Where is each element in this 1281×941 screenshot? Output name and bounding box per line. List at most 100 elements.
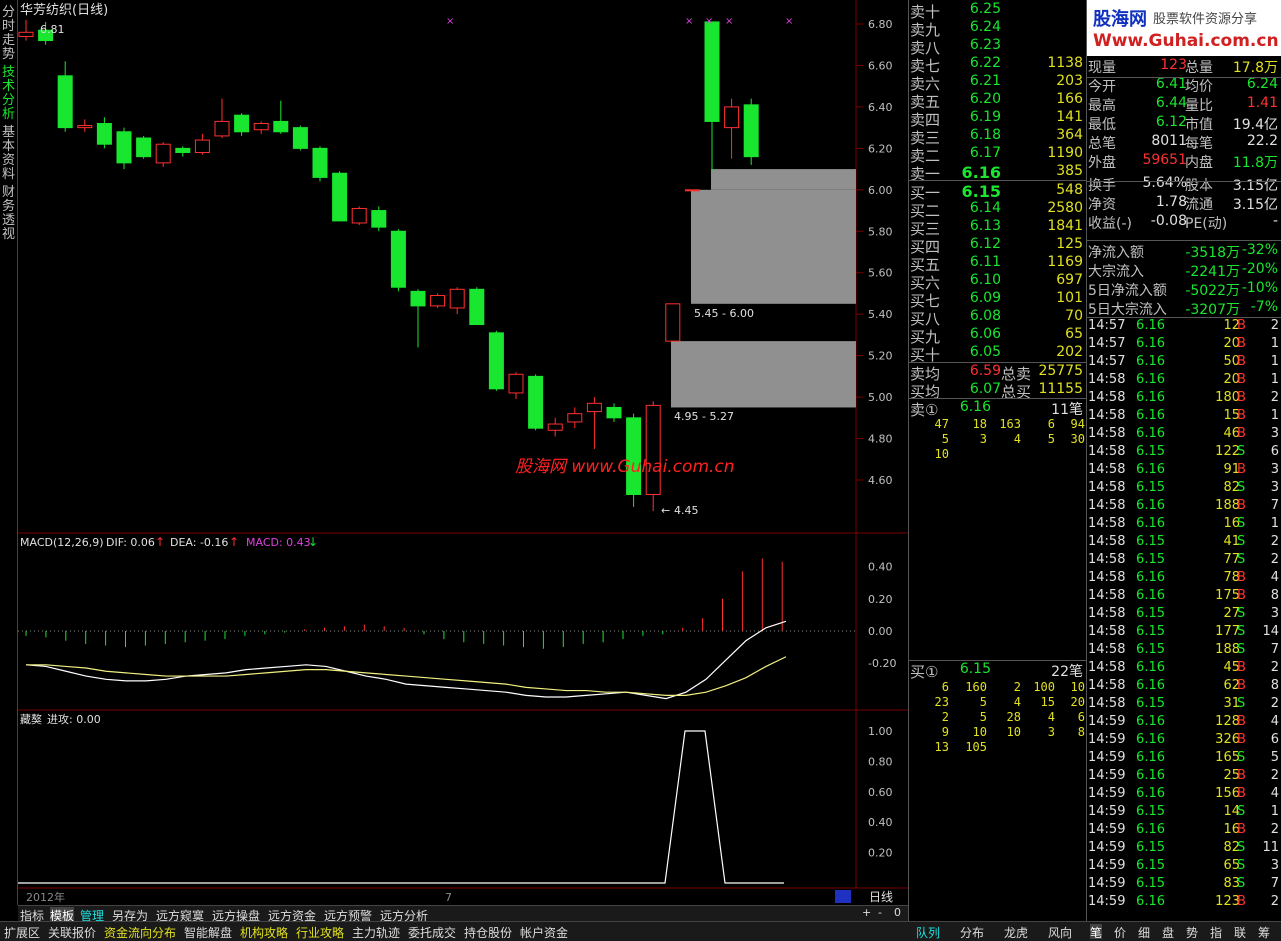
bid-row[interactable]: 买三 6.13 1841	[909, 218, 1087, 238]
side-tab-technical[interactable]: 技术分析	[1, 66, 16, 122]
detail-tab[interactable]: 细	[1138, 924, 1150, 940]
chart-toolbar-button[interactable]: 另存为	[112, 907, 148, 923]
candle-body[interactable]	[508, 373, 524, 394]
candle-body[interactable]	[234, 114, 250, 133]
candle-body[interactable]	[194, 139, 210, 154]
main-toolbar-button[interactable]: 帐户资金	[520, 924, 568, 940]
candle-body[interactable]	[351, 207, 367, 224]
main-toolbar-button[interactable]: 机构攻略	[240, 924, 288, 940]
order-book-tab[interactable]: 分布	[960, 924, 984, 940]
candle-body[interactable]	[567, 413, 583, 423]
detail-tab[interactable]: 笔	[1090, 924, 1103, 940]
bid-row[interactable]: 买四 6.12 125	[909, 236, 1087, 256]
bid-row[interactable]: 买六 6.10 697	[909, 272, 1087, 292]
zoom-in-button[interactable]: +	[862, 906, 871, 919]
order-book-tab[interactable]: 龙虎	[1004, 924, 1028, 940]
ask-row[interactable]: 卖十 6.25	[909, 1, 1087, 21]
chart-toolbar-button[interactable]: 远方分析	[380, 907, 428, 923]
candle-body[interactable]	[488, 332, 504, 390]
main-toolbar-button[interactable]: 关联报价	[48, 924, 96, 940]
candle-body[interactable]	[704, 21, 720, 122]
detail-tab[interactable]: 指	[1210, 924, 1222, 940]
candle-body[interactable]	[449, 288, 465, 309]
tick-row: 14:58 6.16 46 B 3	[1087, 426, 1281, 444]
bid-row[interactable]: 买二 6.14 2580	[909, 200, 1087, 220]
bid-row[interactable]: 买八 6.08 70	[909, 308, 1087, 328]
bid-row[interactable]: 买七 6.09 101	[909, 290, 1087, 310]
kline-chart-svg[interactable]: 6.80 6.60 6.40 6.20 6.00 5.80 5.60 5.40 5.20 5.00…	[18, 0, 908, 905]
candle-body[interactable]	[96, 122, 112, 145]
candle-body[interactable]	[430, 295, 446, 307]
zoom-out-button[interactable]: -	[878, 906, 882, 919]
main-toolbar-button[interactable]: 委托成交	[408, 924, 456, 940]
ask-row[interactable]: 卖八 6.23	[909, 37, 1087, 57]
scroll-indicator[interactable]	[835, 890, 851, 903]
bid-row[interactable]: 买一 6.15 548	[909, 182, 1087, 202]
order-book-tab[interactable]: 队列	[916, 924, 940, 940]
candle-body[interactable]	[136, 137, 152, 158]
candle-body[interactable]	[116, 131, 132, 164]
main-toolbar-button[interactable]: 扩展区	[4, 924, 40, 940]
main-toolbar-button[interactable]: 行业攻略	[296, 924, 344, 940]
order-book-tab[interactable]: 风向	[1048, 924, 1072, 940]
ask-row[interactable]: 卖五 6.20 166	[909, 91, 1087, 111]
ask-row[interactable]: 卖四 6.19 141	[909, 109, 1087, 129]
candle-body[interactable]	[155, 143, 171, 164]
candle-body[interactable]	[390, 230, 406, 288]
candle-body[interactable]	[586, 402, 602, 413]
bid-row[interactable]: 买九 6.06 65	[909, 326, 1087, 346]
candle-body[interactable]	[77, 125, 93, 129]
candle-body[interactable]	[528, 375, 544, 429]
candle-body[interactable]	[665, 303, 681, 342]
candle-body[interactable]	[273, 120, 289, 133]
detail-tab[interactable]: 筹	[1258, 924, 1270, 940]
main-toolbar-button[interactable]: 持仓股份	[464, 924, 512, 940]
main-toolbar-button[interactable]: 智能解盘	[184, 924, 232, 940]
candle-body[interactable]	[57, 75, 73, 129]
detail-tab[interactable]: 价	[1114, 924, 1126, 940]
chart-area[interactable]: 6.80 6.60 6.40 6.20 6.00 5.80 5.60 5.40 5.20 5.00…	[18, 0, 908, 905]
detail-tab[interactable]: 盘	[1162, 924, 1174, 940]
candle-body[interactable]	[469, 288, 485, 326]
chart-toolbar-button[interactable]: 管理	[80, 907, 104, 923]
ask-row[interactable]: 卖一 6.16 385	[909, 163, 1087, 183]
ask-row[interactable]: 卖六 6.21 203	[909, 73, 1087, 93]
chart-toolbar-button[interactable]: 远方预警	[324, 907, 372, 923]
ask-row[interactable]: 卖二 6.17 1190	[909, 145, 1087, 165]
chart-toolbar-button[interactable]: 指标	[20, 907, 44, 923]
period-label[interactable]: 日线	[869, 890, 893, 904]
candle-body[interactable]	[292, 127, 308, 149]
side-tab-fundamentals[interactable]: 基本资料	[1, 126, 16, 182]
side-tab-financials[interactable]: 财务透视	[1, 186, 16, 242]
candle-body[interactable]	[175, 147, 191, 154]
bid-row[interactable]: 买五 6.11 1169	[909, 254, 1087, 274]
ask-row[interactable]: 卖三 6.18 364	[909, 127, 1087, 147]
flow-label: 大宗流入	[1088, 264, 1144, 280]
candle-body[interactable]	[547, 423, 563, 431]
candle-body[interactable]	[253, 122, 269, 131]
candle-body[interactable]	[684, 189, 700, 192]
candle-body[interactable]	[724, 106, 740, 129]
detail-tab[interactable]: 联	[1234, 924, 1246, 940]
candle-body[interactable]	[410, 290, 426, 307]
side-tab-timeshare[interactable]: 分时走势	[1, 6, 16, 62]
candle-body[interactable]	[645, 404, 661, 496]
chart-toolbar-button[interactable]: 远方窥寞	[156, 907, 204, 923]
ask-row[interactable]: 卖七 6.22 1138	[909, 55, 1087, 75]
ask-row[interactable]: 卖九 6.24	[909, 19, 1087, 39]
main-toolbar-button[interactable]: 资金流向分布	[104, 924, 176, 940]
chart-toolbar-button[interactable]: 模板	[50, 907, 75, 923]
chart-toolbar-button[interactable]: 远方资金	[268, 907, 316, 923]
bid-row[interactable]: 买十 6.05 202	[909, 344, 1087, 364]
candle-body[interactable]	[214, 120, 230, 137]
main-toolbar-button[interactable]: 主力轨迹	[352, 924, 400, 940]
chart-toolbar-button[interactable]: 远方操盘	[212, 907, 260, 923]
candle-body[interactable]	[743, 104, 759, 158]
detail-tab[interactable]: 势	[1186, 924, 1198, 940]
candle-body[interactable]	[18, 31, 34, 37]
candle-body[interactable]	[312, 147, 328, 178]
candle-body[interactable]	[371, 210, 387, 228]
candle-body[interactable]	[332, 172, 348, 222]
zoom-reset-button[interactable]: 0	[894, 906, 901, 919]
candle-body[interactable]	[606, 406, 622, 419]
